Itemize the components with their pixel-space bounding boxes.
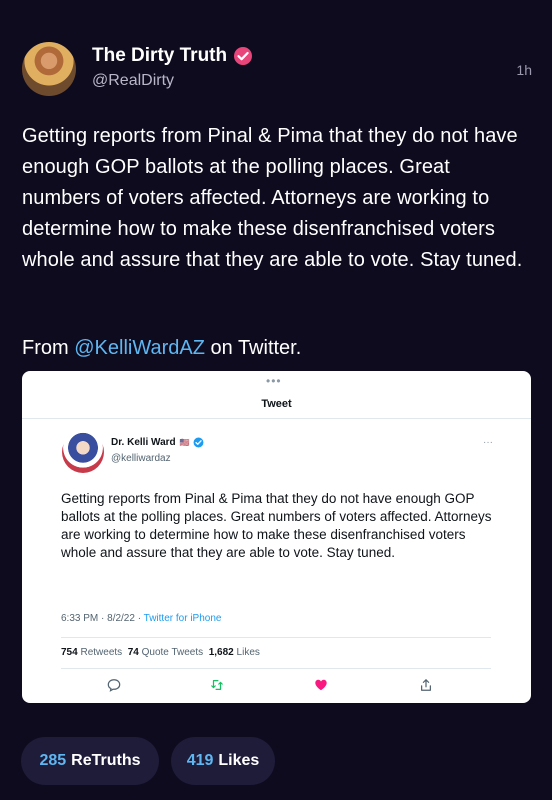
post-timestamp: 1h — [516, 62, 532, 78]
tweet-source: Twitter for iPhone — [143, 613, 222, 624]
verified-badge-icon — [234, 47, 253, 65]
mention-link[interactable]: @KelliWardAZ — [74, 337, 205, 359]
reply-icon — [106, 677, 122, 693]
divider — [61, 637, 491, 638]
heart-icon — [313, 677, 329, 693]
likes-label: Likes — [236, 647, 260, 658]
post-body-text: Getting reports from Pinal & Pima that t… — [22, 125, 523, 271]
retruths-button[interactable]: 285 ReTruths — [21, 737, 159, 785]
from-prefix: From — [22, 337, 69, 359]
tweet-stats: 754 Retweets 74 Quote Tweets 1,682 Likes — [61, 647, 260, 658]
quote-tweets-label: Quote Tweets — [141, 647, 204, 658]
quote-tweets-count: 74 — [127, 647, 139, 658]
share-icon — [418, 677, 434, 693]
drag-handle-dots: ••• — [266, 374, 282, 388]
embedded-tweet-screenshot[interactable]: ••• Tweet Dr. Kelli Ward 🇺🇸 @kelliwardaz… — [22, 371, 531, 703]
likes-count: 419 — [186, 752, 214, 769]
author-name-row: The Dirty Truth — [92, 45, 253, 67]
author-avatar[interactable] — [22, 42, 76, 96]
retweets-label: Retweets — [80, 647, 123, 658]
tweet-meta: 6:33 PM · 8/2/22 · Twitter for iPhone — [61, 613, 221, 624]
tweet-page-title: Tweet — [261, 398, 292, 410]
retweet-icon — [209, 677, 225, 693]
tweet-timestamp: 6:33 PM · 8/2/22 · — [61, 613, 142, 624]
likes-label: Likes — [218, 752, 260, 769]
author-handle[interactable]: @RealDirty — [92, 72, 174, 90]
author-name[interactable]: The Dirty Truth — [92, 45, 227, 67]
tweet-action-bar — [22, 677, 531, 695]
from-suffix: on Twitter. — [210, 337, 302, 359]
more-options-icon: ··· — [483, 437, 493, 448]
tweet-author-avatar — [62, 431, 104, 473]
retruths-label: ReTruths — [71, 752, 141, 769]
tweet-verified-icon — [193, 437, 204, 448]
source-attribution: From @KelliWardAZ on Twitter. — [22, 333, 301, 364]
likes-count: 1,682 — [208, 647, 234, 658]
tweet-author-handle: @kelliwardaz — [111, 453, 171, 464]
tweet-body-text: Getting reports from Pinal & Pima that t… — [61, 491, 492, 560]
us-flag-icon: 🇺🇸 — [179, 438, 190, 447]
divider — [61, 668, 491, 669]
divider — [22, 418, 531, 419]
tweet-author-name: Dr. Kelli Ward — [111, 437, 176, 448]
post-header: The Dirty Truth @RealDirty 1h — [22, 42, 532, 98]
likes-button[interactable]: 419 Likes — [171, 737, 275, 785]
tweet-author-name-row: Dr. Kelli Ward 🇺🇸 — [111, 437, 204, 448]
retruths-count: 285 — [39, 752, 67, 769]
retweets-count: 754 — [61, 647, 78, 658]
